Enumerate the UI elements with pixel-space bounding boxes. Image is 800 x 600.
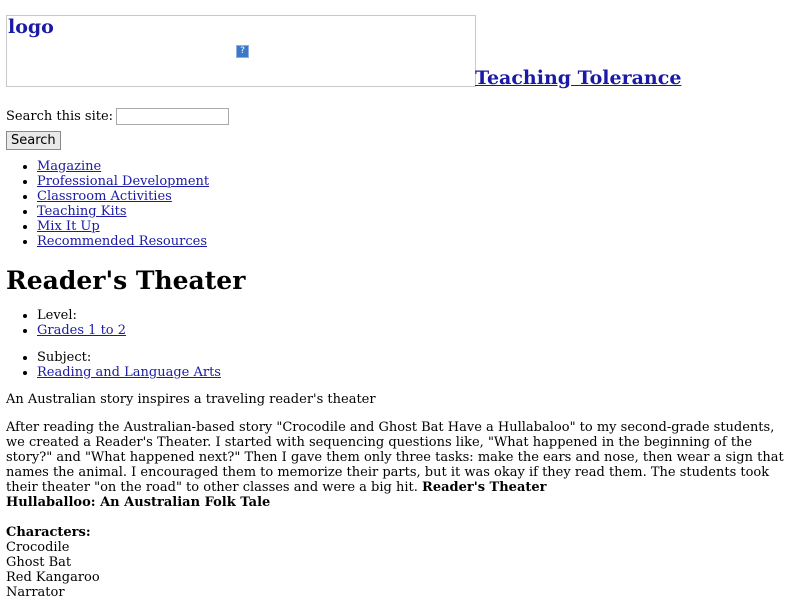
characters-heading: Characters: bbox=[6, 525, 91, 540]
subject-link[interactable]: Reading and Language Arts bbox=[37, 365, 221, 380]
site-header: logo ? Teaching Tolerance bbox=[6, 15, 794, 102]
nav-link-recommended-resources[interactable]: Recommended Resources bbox=[37, 234, 207, 249]
search-input[interactable] bbox=[116, 108, 230, 125]
search-button[interactable]: Search bbox=[6, 131, 61, 150]
search-label: Search this site: bbox=[6, 109, 114, 124]
article-summary: An Australian story inspires a traveling… bbox=[6, 392, 376, 407]
nav-link-professional-development[interactable]: Professional Development bbox=[37, 174, 209, 189]
page-title: Reader's Theater bbox=[6, 266, 246, 295]
subject-item: Reading and Language Arts bbox=[37, 365, 794, 380]
nav-item-teaching-kits: Teaching Kits bbox=[37, 204, 794, 219]
page: logo ? Teaching Tolerance Search this si… bbox=[0, 15, 800, 600]
nav-item-classroom-activities: Classroom Activities bbox=[37, 189, 794, 204]
logo-banner[interactable]: logo ? bbox=[6, 15, 476, 87]
level-link[interactable]: Grades 1 to 2 bbox=[37, 323, 126, 338]
level-item: Grades 1 to 2 bbox=[37, 323, 794, 338]
character-item: Narrator bbox=[6, 585, 65, 600]
nav-item-magazine: Magazine bbox=[37, 159, 794, 174]
script-subheading: Hullaballoo: An Australian Folk Tale bbox=[6, 495, 271, 510]
subject-list: Subject: Reading and Language Arts bbox=[6, 350, 794, 380]
logo-link[interactable]: logo bbox=[8, 16, 54, 38]
nav-link-mix-it-up[interactable]: Mix It Up bbox=[37, 219, 100, 234]
nav-link-teaching-kits[interactable]: Teaching Kits bbox=[37, 204, 127, 219]
article-body-text: After reading the Australian-based story… bbox=[6, 420, 784, 495]
level-label: Level: bbox=[37, 308, 794, 323]
character-item: Crocodile bbox=[6, 540, 70, 555]
nav-item-recommended-resources: Recommended Resources bbox=[37, 234, 794, 249]
nav-item-mix-it-up: Mix It Up bbox=[37, 219, 794, 234]
nav-link-magazine[interactable]: Magazine bbox=[37, 159, 101, 174]
character-item: Red Kangaroo bbox=[6, 570, 100, 585]
script-heading: Reader's Theater bbox=[422, 480, 547, 495]
broken-image-icon: ? bbox=[236, 45, 249, 58]
character-item: Ghost Bat bbox=[6, 555, 72, 570]
nav-item-professional-development: Professional Development bbox=[37, 174, 794, 189]
level-list: Level: Grades 1 to 2 bbox=[6, 308, 794, 338]
article-body: After reading the Australian-based story… bbox=[6, 420, 794, 510]
characters-list: Crocodile Ghost Bat Red Kangaroo Narrato… bbox=[6, 540, 794, 600]
subject-label: Subject: bbox=[37, 350, 794, 365]
search-form: Search this site: bbox=[6, 108, 794, 128]
main-nav: Magazine Professional Development Classr… bbox=[6, 159, 794, 249]
nav-link-classroom-activities[interactable]: Classroom Activities bbox=[37, 189, 172, 204]
site-name-link[interactable]: Teaching Tolerance bbox=[475, 67, 681, 89]
